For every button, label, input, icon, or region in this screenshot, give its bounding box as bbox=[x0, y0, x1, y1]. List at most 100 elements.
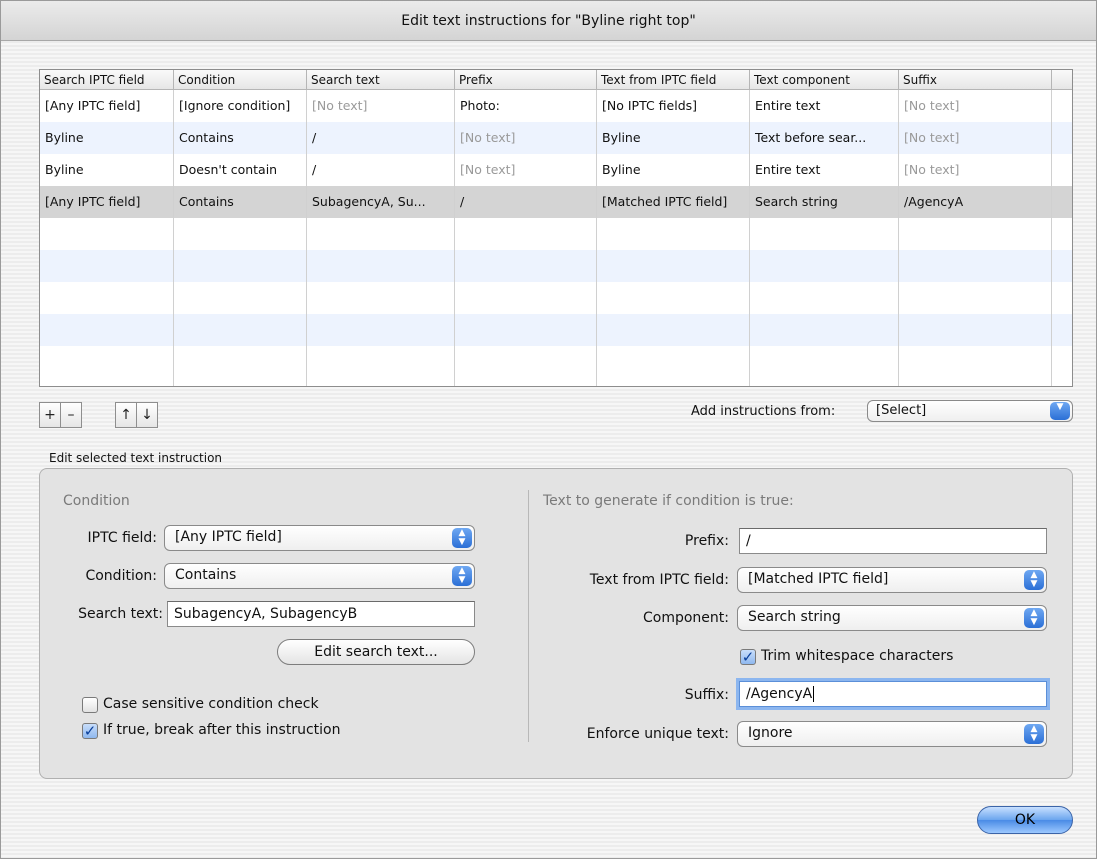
add-instructions-label: Add instructions from: bbox=[691, 404, 836, 419]
table-cell: [Matched IPTC field] bbox=[597, 186, 750, 218]
iptc-field-value: [Any IPTC field] bbox=[175, 529, 282, 545]
table-cell: SubagencyA, Su... bbox=[307, 186, 455, 218]
table-cell: /AgencyA bbox=[899, 186, 1052, 218]
column-divider bbox=[749, 90, 750, 386]
table-cell: [No text] bbox=[455, 122, 597, 154]
move-down-button[interactable]: ↓ bbox=[136, 402, 158, 428]
ok-button[interactable]: OK bbox=[977, 806, 1073, 834]
up-down-arrows-icon: ▲ ▼ bbox=[452, 528, 472, 548]
column-divider bbox=[1051, 90, 1052, 386]
up-down-arrows-icon: ▲ ▼ bbox=[1024, 724, 1044, 744]
table-cell: Entire text bbox=[750, 90, 899, 122]
component-value: Search string bbox=[748, 609, 841, 625]
empty-row bbox=[40, 346, 1072, 378]
column-divider bbox=[173, 90, 174, 386]
suffix-field[interactable]: /AgencyA bbox=[739, 681, 1047, 707]
enforce-unique-select[interactable]: Ignore ▲ ▼ bbox=[737, 721, 1047, 747]
table-cell: Byline bbox=[40, 122, 174, 154]
case-sensitive-label: Case sensitive condition check bbox=[103, 696, 319, 712]
text-from-iptc-select[interactable]: [Matched IPTC field] ▲ ▼ bbox=[737, 567, 1047, 593]
checkmark-icon: ✓ bbox=[83, 722, 97, 740]
window-title: Edit text instructions for "Byline right… bbox=[401, 12, 696, 29]
remove-row-button[interactable]: – bbox=[60, 402, 82, 428]
up-down-arrows-icon: ▲ ▼ bbox=[1024, 608, 1044, 628]
chevron-down-icon: ▼ bbox=[1050, 402, 1070, 420]
component-label: Component: bbox=[643, 610, 729, 626]
case-sensitive-checkbox[interactable] bbox=[82, 697, 98, 713]
table-cell: [Any IPTC field] bbox=[40, 186, 174, 218]
iptc-field-select[interactable]: [Any IPTC field] ▲ ▼ bbox=[164, 525, 475, 551]
column-header-condition[interactable]: Condition bbox=[174, 70, 307, 90]
table-row[interactable]: Byline Contains / [No text] Byline Text … bbox=[40, 122, 1072, 154]
dialog-window: Edit text instructions for "Byline right… bbox=[0, 0, 1097, 859]
move-up-button[interactable]: ↑ bbox=[115, 402, 137, 428]
table-cell: / bbox=[307, 154, 455, 186]
generate-heading: Text to generate if condition is true: bbox=[543, 493, 794, 509]
text-from-iptc-value: [Matched IPTC field] bbox=[748, 571, 889, 587]
column-header-search-iptc-field[interactable]: Search IPTC field bbox=[40, 70, 174, 90]
prefix-label: Prefix: bbox=[684, 533, 729, 549]
search-text-label: Search text: bbox=[78, 606, 163, 622]
add-row-button[interactable]: + bbox=[39, 402, 61, 428]
table-row[interactable]: Byline Doesn't contain / [No text] Bylin… bbox=[40, 154, 1072, 186]
column-divider bbox=[596, 90, 597, 386]
up-down-arrows-icon: ▲ ▼ bbox=[1024, 570, 1044, 590]
trim-whitespace-label: Trim whitespace characters bbox=[761, 648, 954, 664]
suffix-value: /AgencyA bbox=[746, 686, 813, 702]
table-cell: [No text] bbox=[899, 154, 1052, 186]
column-header-suffix[interactable]: Suffix bbox=[899, 70, 1052, 90]
edit-search-text-button[interactable]: Edit search text... bbox=[277, 639, 475, 665]
table-cell: Photo: bbox=[455, 90, 597, 122]
table-cell: Byline bbox=[597, 122, 750, 154]
table-cell: [No text] bbox=[307, 90, 455, 122]
column-header-text-from-iptc-field[interactable]: Text from IPTC field bbox=[597, 70, 750, 90]
up-down-arrows-icon: ▲ ▼ bbox=[452, 566, 472, 586]
table-row-selected[interactable]: [Any IPTC field] Contains SubagencyA, Su… bbox=[40, 186, 1072, 218]
table-cell: / bbox=[307, 122, 455, 154]
empty-row bbox=[40, 250, 1072, 282]
suffix-label: Suffix: bbox=[684, 687, 729, 703]
edit-section-title: Edit selected text instruction bbox=[49, 451, 223, 465]
text-caret bbox=[813, 686, 815, 702]
search-text-field[interactable]: SubagencyA, SubagencyB bbox=[167, 601, 475, 627]
table-cell: Byline bbox=[597, 154, 750, 186]
enforce-unique-label: Enforce unique text: bbox=[586, 726, 729, 742]
table-cell: Text before sear... bbox=[750, 122, 899, 154]
add-instructions-value: [Select] bbox=[876, 403, 927, 418]
table-cell: [No text] bbox=[455, 154, 597, 186]
table-cell: Search string bbox=[750, 186, 899, 218]
column-divider bbox=[306, 90, 307, 386]
title-bar: Edit text instructions for "Byline right… bbox=[1, 1, 1096, 41]
table-cell: / bbox=[455, 186, 597, 218]
table-cell: [No text] bbox=[899, 122, 1052, 154]
column-header-search-text[interactable]: Search text bbox=[307, 70, 455, 90]
add-instructions-dropdown[interactable]: [Select] ▼ bbox=[867, 400, 1073, 422]
table-cell: [Ignore condition] bbox=[174, 90, 307, 122]
column-header-prefix[interactable]: Prefix bbox=[455, 70, 597, 90]
table-cell: [No IPTC fields] bbox=[597, 90, 750, 122]
table-cell: Doesn't contain bbox=[174, 154, 307, 186]
column-divider bbox=[898, 90, 899, 386]
break-after-checkbox[interactable]: ✓ bbox=[82, 723, 98, 739]
empty-row bbox=[40, 282, 1072, 314]
condition-label: Condition: bbox=[85, 568, 157, 584]
checkmark-icon: ✓ bbox=[741, 648, 755, 666]
iptc-field-label: IPTC field: bbox=[87, 530, 157, 546]
component-select[interactable]: Search string ▲ ▼ bbox=[737, 605, 1047, 631]
table-cell: Entire text bbox=[750, 154, 899, 186]
condition-value: Contains bbox=[175, 567, 237, 583]
trim-whitespace-checkbox[interactable]: ✓ bbox=[740, 649, 756, 665]
column-header-spacer bbox=[1052, 70, 1072, 90]
enforce-unique-value: Ignore bbox=[748, 725, 793, 741]
instructions-table[interactable]: Search IPTC field Condition Search text … bbox=[39, 69, 1073, 387]
column-header-text-component[interactable]: Text component bbox=[750, 70, 899, 90]
table-row[interactable]: [Any IPTC field] [Ignore condition] [No … bbox=[40, 90, 1072, 122]
table-cell: Contains bbox=[174, 122, 307, 154]
condition-heading: Condition bbox=[63, 493, 130, 509]
table-cell: Byline bbox=[40, 154, 174, 186]
condition-select[interactable]: Contains ▲ ▼ bbox=[164, 563, 475, 589]
prefix-field[interactable]: / bbox=[739, 528, 1047, 554]
table-cell: Contains bbox=[174, 186, 307, 218]
section-divider bbox=[528, 490, 529, 742]
column-divider bbox=[454, 90, 455, 386]
